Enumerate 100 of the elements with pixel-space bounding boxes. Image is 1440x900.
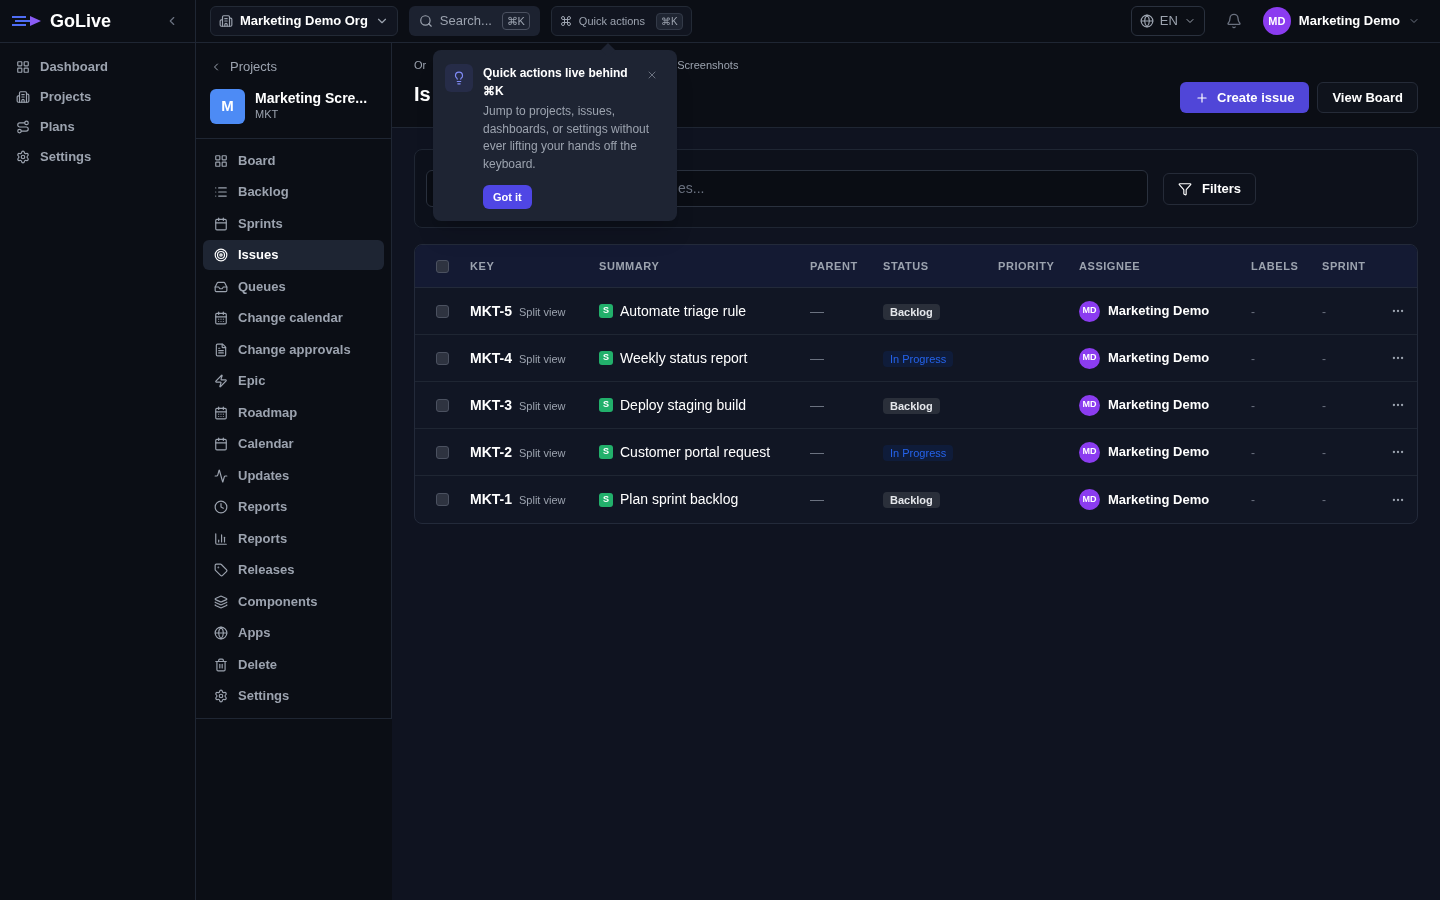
sidebar-item[interactable]: Releases <box>203 555 384 585</box>
issue-summary[interactable]: Customer portal request <box>620 441 771 463</box>
breadcrumb-item[interactable]: Or <box>414 57 427 74</box>
notification-icon[interactable] <box>1225 13 1242 29</box>
assignee-avatar: MD <box>1079 489 1100 510</box>
search-field[interactable]: Search... ⌘K <box>408 6 540 36</box>
issue-key[interactable]: MKT-1 <box>470 489 512 510</box>
user-avatar: MD <box>1262 7 1291 35</box>
issue-type-badge: S <box>599 398 613 412</box>
view-board-button[interactable]: View Board <box>1317 82 1418 113</box>
labels-cell: - <box>1251 304 1255 319</box>
checkbox[interactable] <box>436 304 449 318</box>
sidebar-item[interactable]: Reports <box>203 492 384 522</box>
issue-summary[interactable]: Automate triage rule <box>620 300 747 322</box>
sidebar-item[interactable]: Epic <box>203 366 384 396</box>
back-link[interactable]: Projects <box>210 57 377 77</box>
issue-key[interactable]: MKT-3 <box>470 394 512 416</box>
close-icon[interactable] <box>646 69 658 81</box>
sidebar-item[interactable]: Backlog <box>203 177 384 207</box>
sidebar-item[interactable]: Reports <box>203 523 384 554</box>
issue-key[interactable]: MKT-4 <box>470 347 512 369</box>
issue-type-badge: S <box>599 351 613 365</box>
filters-button[interactable]: Filters <box>1163 172 1256 205</box>
quick-actions-button[interactable]: Quick actions ⌘K <box>550 6 692 36</box>
status-badge: Backlog <box>883 397 940 414</box>
grid-icon <box>16 60 30 74</box>
page-title: Is <box>414 81 431 106</box>
search-placeholder: Search... <box>439 12 492 31</box>
issue-type-badge: S <box>599 492 613 507</box>
checkbox[interactable] <box>436 398 449 412</box>
status-badge: Backlog <box>883 303 940 320</box>
sidebar-item[interactable]: Settings <box>203 681 384 711</box>
assignee-avatar: MD <box>1079 394 1100 416</box>
org-selector[interactable]: Marketing Demo Org <box>210 6 398 36</box>
sprint-cell: - <box>1322 445 1326 460</box>
lightning-icon <box>214 374 228 388</box>
sidebar-item[interactable]: Calendar <box>203 429 384 459</box>
sidebar-item[interactable]: Board <box>203 145 384 176</box>
column-header: STATUS <box>883 259 929 272</box>
sidebar-item[interactable]: Apps <box>203 618 384 648</box>
create-issue-button[interactable]: Create issue <box>1180 82 1310 113</box>
assignee-name: Marketing Demo <box>1108 490 1210 509</box>
globe-icon <box>1139 14 1154 28</box>
lightbulb-icon <box>445 64 473 92</box>
checkbox[interactable] <box>436 351 449 365</box>
plus-icon <box>1195 90 1210 105</box>
breadcrumb-item[interactable]: Screenshots <box>677 57 739 74</box>
filter-icon <box>1178 181 1192 196</box>
split-view-link[interactable]: Split view <box>519 444 566 461</box>
issue-summary[interactable]: Deploy staging build <box>620 394 747 416</box>
calendar-icon <box>214 311 228 325</box>
assignee-name: Marketing Demo <box>1108 349 1210 368</box>
sidebar-item[interactable]: Change calendar <box>203 303 384 333</box>
issue-summary[interactable]: Plan sprint backlog <box>620 489 739 510</box>
split-view-link[interactable]: Split view <box>519 397 566 414</box>
assignee-avatar: MD <box>1079 441 1100 463</box>
column-header: KEY <box>470 259 495 272</box>
parent-cell: — <box>810 349 824 366</box>
sprint-cell: - <box>1322 351 1326 366</box>
checkbox[interactable] <box>436 259 449 273</box>
sidebar-item[interactable]: Change approvals <box>203 334 384 365</box>
assignee-avatar: MD <box>1079 300 1100 322</box>
checkbox[interactable] <box>436 445 449 459</box>
checkbox[interactable] <box>436 493 449 506</box>
sidebar-item[interactable]: Projects <box>8 83 187 111</box>
sidebar-item[interactable]: Issues <box>203 240 384 270</box>
sidebar-item[interactable]: Settings <box>8 143 187 171</box>
project-avatar: M <box>210 88 245 124</box>
assignee-name: Marketing Demo <box>1108 396 1210 415</box>
sidebar-item[interactable]: Updates <box>203 460 384 491</box>
logo-icon <box>10 14 42 28</box>
language-selector[interactable]: EN <box>1130 6 1205 36</box>
target-icon <box>214 248 228 262</box>
list-icon <box>214 185 228 199</box>
assignee-avatar: MD <box>1079 347 1100 369</box>
assignee-name: Marketing Demo <box>1108 443 1210 462</box>
issue-summary[interactable]: Weekly status report <box>620 347 748 369</box>
shortcut-key: ⌘K <box>655 12 683 30</box>
split-view-link[interactable]: Split view <box>519 350 566 367</box>
sidebar-item[interactable]: Sprints <box>203 208 384 239</box>
split-view-link[interactable]: Split view <box>519 303 566 320</box>
got-it-button[interactable]: Got it <box>483 185 532 209</box>
assignee-name: Marketing Demo <box>1108 302 1210 321</box>
sidebar-item[interactable]: Queues <box>203 271 384 302</box>
user-menu[interactable]: MD Marketing Demo <box>1262 7 1420 35</box>
sidebar-item[interactable]: Dashboard <box>8 53 187 81</box>
labels-cell: - <box>1251 351 1255 366</box>
sidebar-item[interactable]: Components <box>203 586 384 617</box>
sidebar-item[interactable]: Roadmap <box>203 397 384 428</box>
issue-key[interactable]: MKT-2 <box>470 441 512 463</box>
sidebar-item[interactable]: Delete <box>203 649 384 680</box>
sidebar-item[interactable]: Plans <box>8 113 187 141</box>
search-icon <box>418 14 433 28</box>
inbox-icon <box>214 279 228 294</box>
split-view-link[interactable]: Split view <box>519 492 566 509</box>
sprint-cell: - <box>1322 398 1326 413</box>
issue-type-badge: S <box>599 445 613 459</box>
project-name: Marketing Scre... <box>255 90 368 108</box>
issue-key[interactable]: MKT-5 <box>470 300 512 322</box>
sprint-cell: - <box>1322 493 1326 507</box>
